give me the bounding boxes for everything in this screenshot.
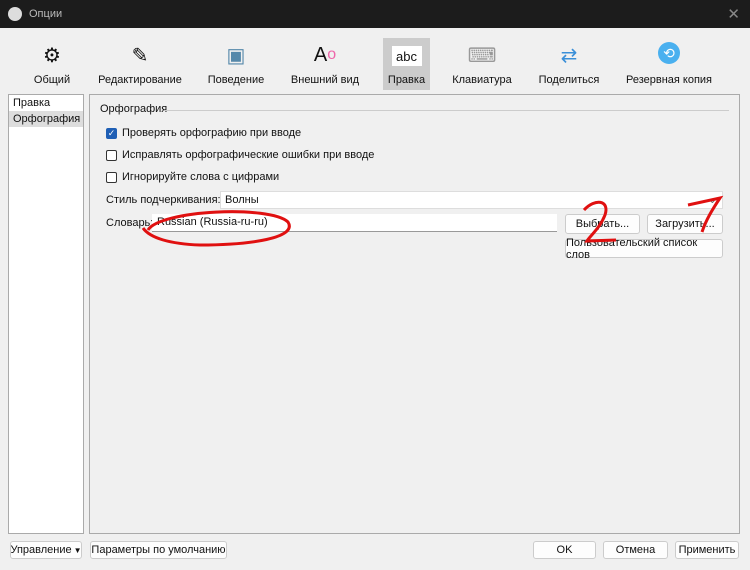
manage-button[interactable]: Управление ▼ [10, 541, 82, 559]
dictionary-label: Словарь: [106, 217, 154, 229]
title-bar: Опции ✕ [0, 0, 750, 28]
gears-icon: ⚙ [43, 44, 61, 67]
window-gear-icon: ▣ [226, 44, 246, 67]
divider [164, 110, 729, 111]
tab-general[interactable]: ⚙ Общий [28, 38, 76, 90]
checkbox-icon [106, 171, 117, 183]
tab-keyboard[interactable]: ⌨ Клавиатура [450, 38, 514, 90]
underline-style-select[interactable]: Волны ⌄ [220, 191, 723, 209]
ignore-digits-checkbox[interactable]: Игнорируйте слова с цифрами [106, 171, 279, 183]
window-title: Опции [29, 8, 63, 20]
pencil-icon: ✎ [131, 44, 149, 67]
share-icon: ⇄ [560, 44, 578, 67]
choose-button[interactable]: Выбрать... [565, 214, 640, 234]
tab-share[interactable]: ⇄ Поделиться [536, 38, 602, 90]
keyboard-icon: ⌨ [467, 44, 497, 67]
cancel-button[interactable]: Отмена [603, 541, 668, 559]
dropdown-arrow-icon: ▼ [73, 545, 82, 555]
spelling-panel: Орфография ✓ Проверять орфографию при вво… [89, 94, 740, 534]
sidebar-item-edit[interactable]: Правка [9, 95, 83, 111]
chevron-down-icon: ⌄ [707, 194, 717, 206]
font-icon: Ao [313, 43, 337, 66]
underline-style-label: Стиль подчеркивания: [106, 194, 221, 206]
user-word-list-button[interactable]: Пользовательский список слов [565, 237, 723, 261]
app-icon [8, 7, 22, 21]
sidebar: Правка Орфография [8, 94, 84, 534]
toolbar: ⚙ Общий ✎ Редактирование ▣ Поведение Ao Внеш… [0, 36, 750, 96]
backup-icon: ⟲ [658, 42, 680, 64]
tab-backup[interactable]: ⟲ Резервная копия [624, 38, 714, 90]
abc-icon: abc [391, 46, 422, 66]
apply-button[interactable]: Применить [675, 541, 739, 559]
defaults-button[interactable]: Параметры по умолчанию [90, 541, 227, 559]
close-icon[interactable]: ✕ [727, 5, 740, 23]
tab-spelling[interactable]: abc Правка [383, 38, 430, 90]
autocorrect-checkbox[interactable]: Исправлять орфографические ошибки при вв… [106, 149, 374, 161]
sidebar-item-spelling[interactable]: Орфография [9, 111, 83, 127]
tab-editing[interactable]: ✎ Редактирование [96, 38, 184, 90]
dictionary-field[interactable]: Russian (Russia-ru-ru) [152, 214, 557, 232]
checkbox-checked-icon: ✓ [106, 127, 117, 139]
ok-button[interactable]: OK [533, 541, 596, 559]
tab-behavior[interactable]: ▣ Поведение [204, 38, 268, 90]
group-title: Орфография [100, 103, 168, 115]
tab-appearance[interactable]: Ao Внешний вид [288, 38, 362, 90]
check-spelling-checkbox[interactable]: ✓ Проверять орфографию при вводе [106, 127, 301, 139]
checkbox-icon [106, 149, 117, 161]
load-button[interactable]: Загрузить... [647, 214, 723, 234]
